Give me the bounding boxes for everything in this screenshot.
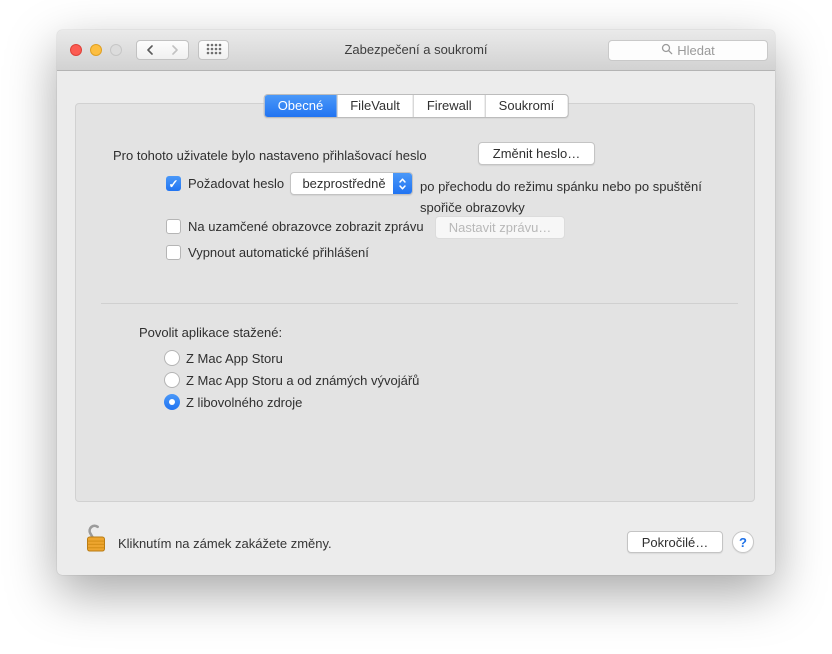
show-all-button[interactable] bbox=[198, 40, 229, 60]
auto-login-checkbox[interactable]: ✓ bbox=[166, 245, 181, 260]
tab-firewall[interactable]: Firewall bbox=[413, 95, 485, 117]
radio-row-identified-developers: Z Mac App Storu a od známých vývojářů bbox=[164, 372, 419, 388]
password-delay-value: bezprostředně bbox=[291, 176, 393, 191]
lock-message-label: Na uzamčené obrazovce zobrazit zprávu bbox=[188, 219, 424, 234]
anywhere-radio[interactable] bbox=[164, 394, 180, 410]
help-button[interactable]: ? bbox=[732, 531, 754, 553]
radio-row-app-store: Z Mac App Storu bbox=[164, 350, 283, 366]
minimize-button[interactable] bbox=[90, 44, 102, 56]
close-button[interactable] bbox=[70, 44, 82, 56]
tab-filevault[interactable]: FileVault bbox=[336, 95, 413, 117]
password-delay-dropdown[interactable]: bezprostředně bbox=[290, 172, 413, 195]
identified-developers-radio[interactable] bbox=[164, 372, 180, 388]
lock-open-icon[interactable] bbox=[84, 521, 108, 555]
chevron-right-icon bbox=[171, 43, 179, 58]
search-input[interactable]: Hledat bbox=[608, 40, 768, 61]
require-password-label: Požadovat heslo bbox=[188, 176, 284, 191]
radio-row-anywhere: Z libovolného zdroje bbox=[164, 394, 302, 410]
identified-developers-radio-label: Z Mac App Storu a od známých vývojářů bbox=[186, 373, 419, 388]
app-store-radio-label: Z Mac App Storu bbox=[186, 351, 283, 366]
password-status-label: Pro tohoto uživatele bylo nastaveno přih… bbox=[113, 148, 427, 163]
set-message-button: Nastavit zprávu… bbox=[435, 216, 565, 239]
auto-login-label: Vypnout automatické přihlášení bbox=[188, 245, 369, 260]
tab-bar: Obecné FileVault Firewall Soukromí bbox=[264, 94, 569, 118]
advanced-button[interactable]: Pokročilé… bbox=[627, 531, 723, 553]
change-password-button[interactable]: Změnit heslo… bbox=[478, 142, 595, 165]
search-placeholder: Hledat bbox=[677, 43, 715, 58]
security-privacy-window: Zabezpečení a soukromí Hledat Obecné Fil… bbox=[57, 30, 775, 575]
search-icon bbox=[661, 43, 673, 58]
lock-message-row: ✓ Na uzamčené obrazovce zobrazit zprávu bbox=[166, 219, 424, 234]
back-button[interactable] bbox=[136, 40, 163, 60]
chevron-left-icon bbox=[146, 43, 154, 58]
lock-hint-label: Kliknutím na zámek zakážete změny. bbox=[118, 536, 332, 551]
require-password-suffix: po přechodu do režimu spánku nebo po spu… bbox=[420, 176, 702, 218]
tab-privacy[interactable]: Soukromí bbox=[485, 95, 568, 117]
anywhere-radio-label: Z libovolného zdroje bbox=[186, 395, 302, 410]
suffix-line1: po přechodu do režimu spánku nebo po spu… bbox=[420, 176, 702, 197]
require-password-row: ✓ Požadovat heslo bbox=[166, 176, 284, 191]
titlebar: Zabezpečení a soukromí Hledat bbox=[57, 30, 775, 71]
auto-login-row: ✓ Vypnout automatické přihlášení bbox=[166, 245, 369, 260]
require-password-checkbox[interactable]: ✓ bbox=[166, 176, 181, 191]
section-divider bbox=[101, 303, 738, 304]
allow-apps-label: Povolit aplikace stažené: bbox=[139, 325, 282, 340]
checkmark-icon: ✓ bbox=[168, 178, 178, 190]
stepper-icon bbox=[393, 173, 412, 194]
suffix-line2: spořiče obrazovky bbox=[420, 197, 702, 218]
zoom-button-disabled bbox=[110, 44, 122, 56]
app-store-radio[interactable] bbox=[164, 350, 180, 366]
grid-icon bbox=[206, 43, 222, 58]
lock-message-checkbox[interactable]: ✓ bbox=[166, 219, 181, 234]
tab-general[interactable]: Obecné bbox=[265, 95, 337, 117]
forward-button bbox=[162, 40, 189, 60]
general-pane: Pro tohoto uživatele bylo nastaveno přih… bbox=[75, 103, 755, 502]
